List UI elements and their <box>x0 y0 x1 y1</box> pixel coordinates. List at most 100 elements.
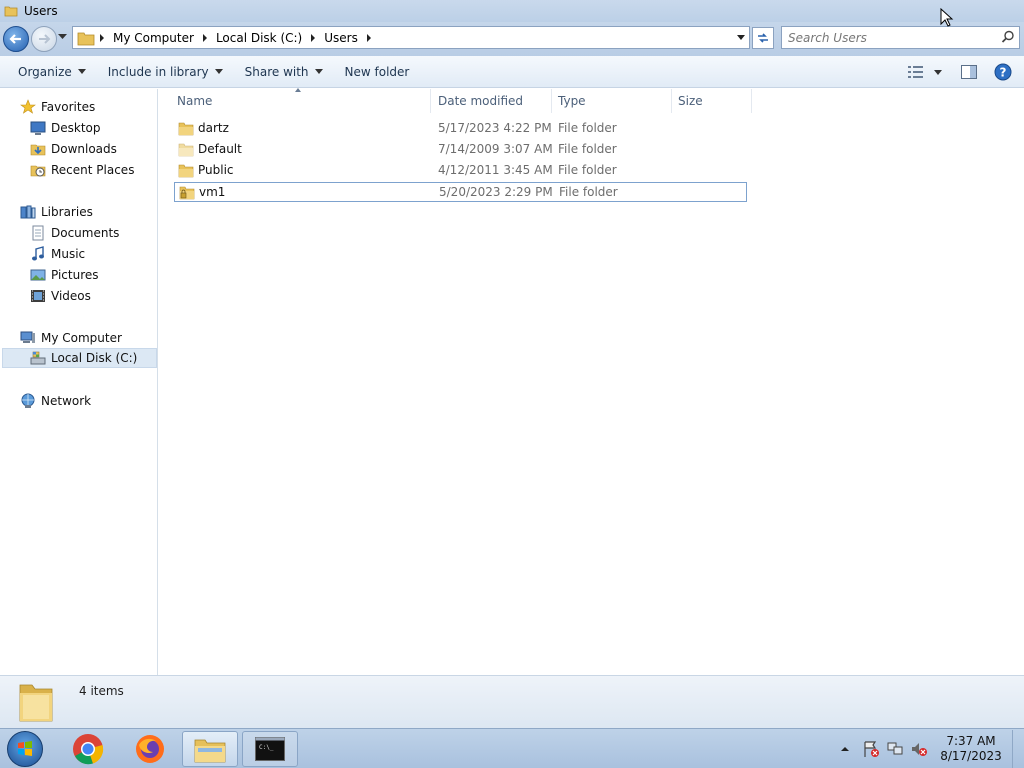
folder-icon <box>19 684 53 722</box>
file-row[interactable]: vm1 5/20/2023 2:29 PM File folder <box>174 182 747 202</box>
mouse-cursor-icon <box>940 8 954 27</box>
address-bar[interactable]: My Computer Local Disk (C:) Users <box>72 26 750 49</box>
folder-icon <box>178 143 194 157</box>
recent-places-icon <box>30 165 46 177</box>
network-status-icon[interactable] <box>886 740 904 758</box>
taskbar-explorer[interactable] <box>182 731 238 767</box>
folder-icon <box>178 122 194 136</box>
system-tray: 7:37 AM 8/17/2023 <box>840 729 1024 768</box>
details-pane: 4 items <box>0 675 1024 728</box>
share-with-button[interactable]: Share with <box>235 59 333 85</box>
history-dropdown-icon[interactable] <box>58 34 67 40</box>
file-row[interactable]: Default 7/14/2009 3:07 AM File folder <box>174 140 747 160</box>
nav-pictures[interactable]: Pictures <box>30 265 99 285</box>
help-icon: ? <box>994 63 1012 81</box>
file-type: File folder <box>558 163 617 177</box>
chevron-down-icon <box>314 69 323 74</box>
svg-text:C:\_: C:\_ <box>259 744 274 751</box>
firefox-icon <box>136 735 164 763</box>
nav-libraries[interactable]: Libraries <box>20 202 93 222</box>
start-button[interactable] <box>7 731 43 767</box>
videos-icon <box>31 290 45 302</box>
nav-favorites[interactable]: Favorites <box>20 97 95 117</box>
star-icon <box>20 99 36 114</box>
breadcrumb-separator-icon[interactable] <box>366 33 371 42</box>
breadcrumb-local-disk[interactable]: Local Disk (C:) <box>212 31 306 45</box>
nav-recent-places[interactable]: Recent Places <box>30 160 134 180</box>
forward-arrow-icon <box>39 34 51 44</box>
nav-network[interactable]: Network <box>20 391 91 411</box>
network-icon <box>21 393 35 408</box>
show-hidden-icons-icon[interactable] <box>840 745 850 753</box>
search-box[interactable] <box>781 26 1020 49</box>
svg-text:?: ? <box>1000 66 1007 80</box>
file-type: File folder <box>559 185 618 199</box>
command-bar: Organize Include in library Share with N… <box>0 56 1024 88</box>
preview-pane-icon <box>961 65 977 79</box>
chevron-down-icon <box>214 69 223 74</box>
forward-button[interactable] <box>31 26 57 52</box>
column-header-name[interactable]: Name <box>171 89 431 113</box>
file-name: Default <box>198 142 242 156</box>
music-icon <box>32 246 44 261</box>
breadcrumb-separator-icon[interactable] <box>311 33 316 42</box>
change-view-button[interactable] <box>904 59 946 85</box>
taskbar-cmd[interactable]: C:\_ <box>242 731 298 767</box>
search-input[interactable] <box>782 27 992 48</box>
refresh-button[interactable] <box>752 27 774 49</box>
include-in-library-button[interactable]: Include in library <box>98 59 233 85</box>
taskbar-firefox[interactable] <box>122 731 178 767</box>
column-header-size[interactable]: Size <box>672 89 752 113</box>
clock[interactable]: 7:37 AM 8/17/2023 <box>936 734 1006 764</box>
nav-desktop[interactable]: Desktop <box>30 118 101 138</box>
file-list: Name Date modified Type Size dartz 5/17/… <box>159 88 1024 675</box>
breadcrumb-users[interactable]: Users <box>320 31 362 45</box>
window-title: Users <box>24 4 58 18</box>
taskbar-chrome[interactable] <box>60 731 116 767</box>
file-date: 7/14/2009 3:07 AM <box>438 142 553 156</box>
navigation-pane: Favorites Desktop Downloads Recent Place… <box>0 89 158 675</box>
address-row: My Computer Local Disk (C:) Users <box>0 22 1024 56</box>
nav-music[interactable]: Music <box>30 244 85 264</box>
breadcrumb-separator-icon[interactable] <box>202 33 207 42</box>
view-list-icon <box>908 66 923 78</box>
back-button[interactable] <box>3 26 29 52</box>
breadcrumb-my-computer[interactable]: My Computer <box>109 31 198 45</box>
clock-time: 7:37 AM <box>946 734 996 748</box>
chevron-down-icon <box>77 69 86 74</box>
title-bar: Users <box>0 0 1024 22</box>
desktop-icon <box>30 121 46 135</box>
show-desktop-button[interactable] <box>1012 730 1024 768</box>
nav-my-computer[interactable]: My Computer <box>20 328 122 348</box>
column-header-type[interactable]: Type <box>552 89 672 113</box>
file-name: Public <box>198 163 234 177</box>
refresh-icon <box>758 33 768 43</box>
file-name: vm1 <box>199 185 226 199</box>
nav-downloads[interactable]: Downloads <box>30 139 117 159</box>
new-folder-button[interactable]: New folder <box>335 59 420 85</box>
folder-icon <box>77 32 95 45</box>
nav-local-disk[interactable]: Local Disk (C:) <box>2 348 157 368</box>
file-row[interactable]: dartz 5/17/2023 4:22 PM File folder <box>174 119 747 139</box>
item-count: 4 items <box>79 684 124 698</box>
organize-button[interactable]: Organize <box>8 59 96 85</box>
volume-muted-icon[interactable] <box>910 740 928 758</box>
column-header-date-modified[interactable]: Date modified <box>432 89 552 113</box>
file-name: dartz <box>198 121 229 135</box>
address-dropdown-icon[interactable] <box>737 35 745 40</box>
file-row[interactable]: Public 4/12/2011 3:45 AM File folder <box>174 161 747 181</box>
breadcrumb-separator-icon[interactable] <box>100 33 104 42</box>
folder-icon <box>178 164 194 178</box>
search-icon[interactable] <box>1001 30 1015 44</box>
file-date: 4/12/2011 3:45 AM <box>438 163 553 177</box>
file-type: File folder <box>558 121 617 135</box>
help-button[interactable]: ? <box>988 59 1018 85</box>
action-center-icon[interactable] <box>862 740 880 758</box>
nav-documents[interactable]: Documents <box>30 223 119 243</box>
computer-icon <box>20 331 35 343</box>
preview-pane-button[interactable] <box>954 59 984 85</box>
nav-videos[interactable]: Videos <box>30 286 91 306</box>
explorer-icon <box>194 739 226 763</box>
chrome-icon <box>73 734 104 765</box>
command-prompt-icon: C:\_ <box>255 737 285 761</box>
